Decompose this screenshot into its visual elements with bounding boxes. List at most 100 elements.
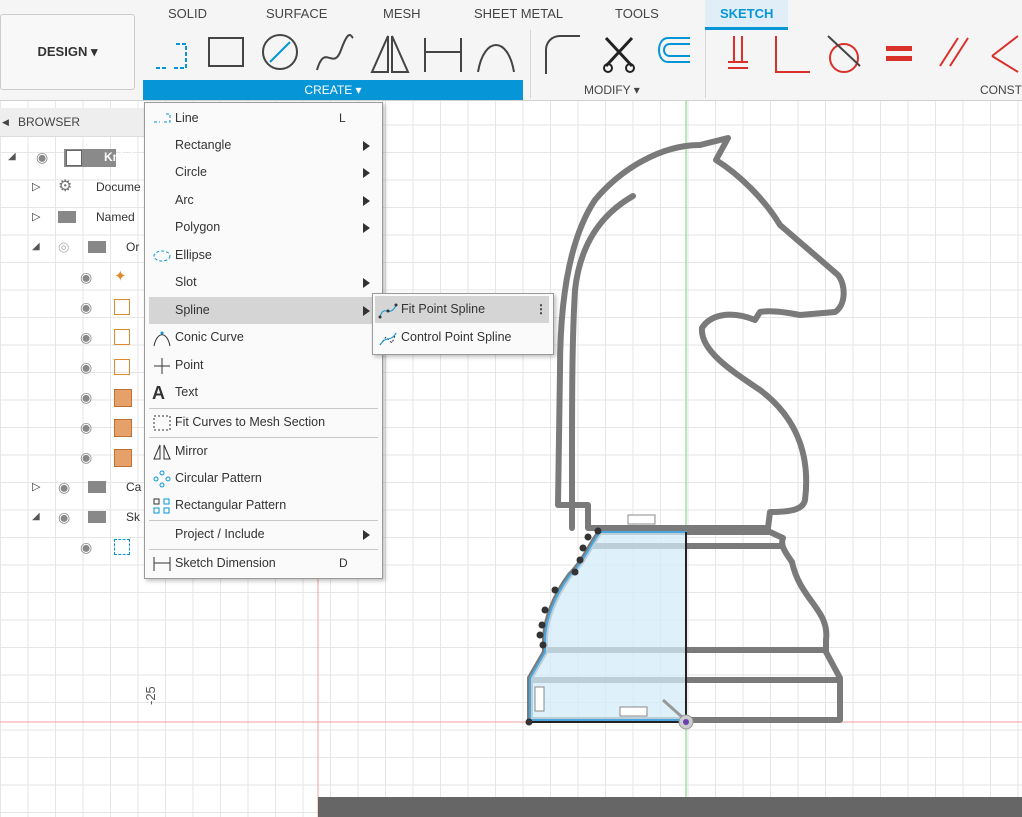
line-tool-icon[interactable] — [150, 32, 194, 76]
browser-title: BROWSER — [18, 115, 81, 129]
menu-item-sketch-dimension[interactable]: Sketch Dimension D — [149, 550, 378, 577]
knight-head-outline — [555, 135, 847, 531]
expand-arrow-icon[interactable]: ▷ — [32, 475, 40, 499]
eye-icon[interactable]: ◉ — [80, 535, 92, 559]
collinear-constraint-icon[interactable] — [988, 32, 1022, 76]
submenu-arrow-icon — [363, 223, 370, 233]
menu-item-label: Ellipse — [175, 248, 212, 262]
vertical-constraint-icon[interactable] — [534, 686, 545, 712]
fillet-tool-icon[interactable] — [540, 32, 584, 76]
expand-arrow-icon[interactable]: ▷ — [32, 205, 40, 229]
design-workspace-button[interactable]: DESIGN ▾ — [0, 14, 135, 90]
more-options-icon[interactable]: ⋮ — [535, 296, 547, 323]
trim-tool-icon[interactable] — [598, 32, 642, 76]
axis-dimension-label: -25 — [143, 686, 158, 705]
named-views-label: Named — [96, 210, 135, 224]
submenu-item-control-point-spline[interactable]: Control Point Spline — [375, 324, 549, 351]
tab-sketch[interactable]: SKETCH — [705, 0, 789, 30]
menu-item-label: Sketch Dimension — [175, 556, 276, 570]
expand-arrow-icon[interactable]: ▷ — [32, 175, 40, 199]
menu-item-polygon[interactable]: Polygon — [149, 214, 378, 241]
menu-item-rectangle[interactable]: Rectangle — [149, 132, 378, 159]
expand-arrow-icon[interactable]: ◢ — [32, 505, 40, 529]
eye-icon[interactable]: ◉ — [58, 475, 70, 499]
menu-item-arc[interactable]: Arc — [149, 187, 378, 214]
coincident-constraint-icon[interactable] — [724, 32, 754, 76]
menu-item-point[interactable]: Point — [149, 352, 378, 379]
menu-item-fit-curves[interactable]: Fit Curves to Mesh Section — [149, 409, 378, 436]
origin-center — [683, 719, 689, 725]
conic-curve-tool-icon[interactable] — [474, 32, 518, 76]
circle-tool-icon[interactable] — [258, 32, 302, 76]
menu-item-ellipse[interactable]: Ellipse — [149, 242, 378, 269]
tab-solid[interactable]: SOLID — [168, 0, 207, 28]
eye-hidden-icon[interactable]: ◎ — [58, 235, 69, 259]
spline-tool-icon[interactable] — [313, 32, 357, 76]
create-group-button[interactable]: CREATE ▾ — [143, 80, 523, 100]
origin-label: Or — [126, 240, 140, 254]
menu-item-label: Conic Curve — [175, 330, 244, 344]
eye-icon[interactable]: ◉ — [36, 145, 48, 169]
eye-icon[interactable]: ◉ — [80, 325, 92, 349]
dimension-tool-icon[interactable] — [421, 32, 465, 76]
menu-item-mirror[interactable]: Mirror — [149, 438, 378, 465]
tab-tools[interactable]: TOOLS — [615, 0, 659, 28]
menu-item-project-include[interactable]: Project / Include — [149, 521, 378, 548]
menu-item-label: Rectangle — [175, 138, 232, 152]
menu-item-circle[interactable]: Circle — [149, 159, 378, 186]
menu-item-line[interactable]: Line L — [149, 105, 378, 132]
menu-item-label: Polygon — [175, 220, 221, 234]
offset-tool-icon[interactable] — [650, 32, 694, 76]
menu-item-circular-pattern[interactable]: Circular Pattern — [149, 465, 378, 492]
mirror-tool-icon[interactable] — [368, 32, 412, 76]
collapse-triangle-icon[interactable]: ◀ — [2, 108, 9, 136]
submenu-item-fit-point-spline[interactable]: Fit Point Spline ⋮ — [375, 296, 549, 323]
eye-icon[interactable]: ◉ — [58, 505, 70, 529]
eye-icon[interactable]: ◉ — [80, 265, 92, 289]
tab-sheet-metal[interactable]: SHEET METAL — [474, 0, 563, 28]
browser-header[interactable]: ◀ BROWSER — [0, 108, 145, 137]
selected-profile[interactable] — [529, 531, 687, 721]
eye-icon[interactable]: ◉ — [80, 415, 92, 439]
menu-item-label: Slot — [175, 275, 197, 289]
modify-group-button[interactable]: MODIFY ▾ — [584, 80, 640, 100]
equal-constraint-icon[interactable] — [884, 32, 914, 76]
expand-arrow-icon[interactable]: ◢ — [32, 235, 40, 259]
rectangle-tool-icon[interactable] — [205, 32, 249, 76]
menu-item-rectangular-pattern[interactable]: Rectangular Pattern — [149, 492, 378, 519]
ellipse-icon — [153, 250, 171, 262]
document-settings-label: Docume — [96, 180, 141, 194]
tangent-constraint-icon[interactable] — [824, 32, 868, 76]
constrain-group-button[interactable]: CONST — [980, 80, 1022, 100]
mirror-icon — [153, 444, 171, 460]
control-point-spline-icon — [379, 332, 397, 346]
parallel-constraint-icon[interactable] — [936, 32, 972, 76]
menu-item-text[interactable]: A Text — [149, 379, 378, 406]
expand-arrow-icon[interactable]: ◢ — [8, 145, 16, 169]
menu-item-conic-curve[interactable]: Conic Curve — [149, 324, 378, 351]
eye-icon[interactable]: ◉ — [80, 355, 92, 379]
tab-surface[interactable]: SURFACE — [266, 0, 327, 28]
horizontal-constraint-icon-2[interactable] — [619, 706, 648, 717]
axis-icon — [114, 329, 130, 345]
perpendicular-constraint-icon[interactable] — [770, 32, 814, 76]
menu-item-label: Point — [175, 358, 204, 372]
submenu-arrow-icon — [363, 196, 370, 206]
submenu-arrow-icon — [363, 141, 370, 151]
eye-icon[interactable]: ◉ — [80, 445, 92, 469]
axis-icon — [114, 359, 130, 375]
sketch-icon — [114, 539, 130, 555]
eye-icon[interactable]: ◉ — [80, 295, 92, 319]
tab-mesh[interactable]: MESH — [383, 0, 421, 28]
submenu-arrow-icon — [363, 306, 370, 316]
horizontal-constraint-icon[interactable] — [627, 514, 656, 525]
canvases-label: Ca — [126, 480, 142, 494]
rectangular-pattern-icon — [153, 498, 170, 514]
menu-item-label: Circular Pattern — [175, 471, 262, 485]
menu-item-slot[interactable]: Slot — [149, 269, 378, 296]
ribbon-toolbar: DESIGN ▾ SOLID SURFACE MESH SHEET METAL … — [0, 0, 1022, 101]
eye-icon[interactable]: ◉ — [80, 385, 92, 409]
menu-item-label: Text — [175, 385, 198, 399]
menu-item-spline[interactable]: Spline — [149, 297, 378, 324]
menu-item-label: Fit Curves to Mesh Section — [175, 415, 326, 429]
